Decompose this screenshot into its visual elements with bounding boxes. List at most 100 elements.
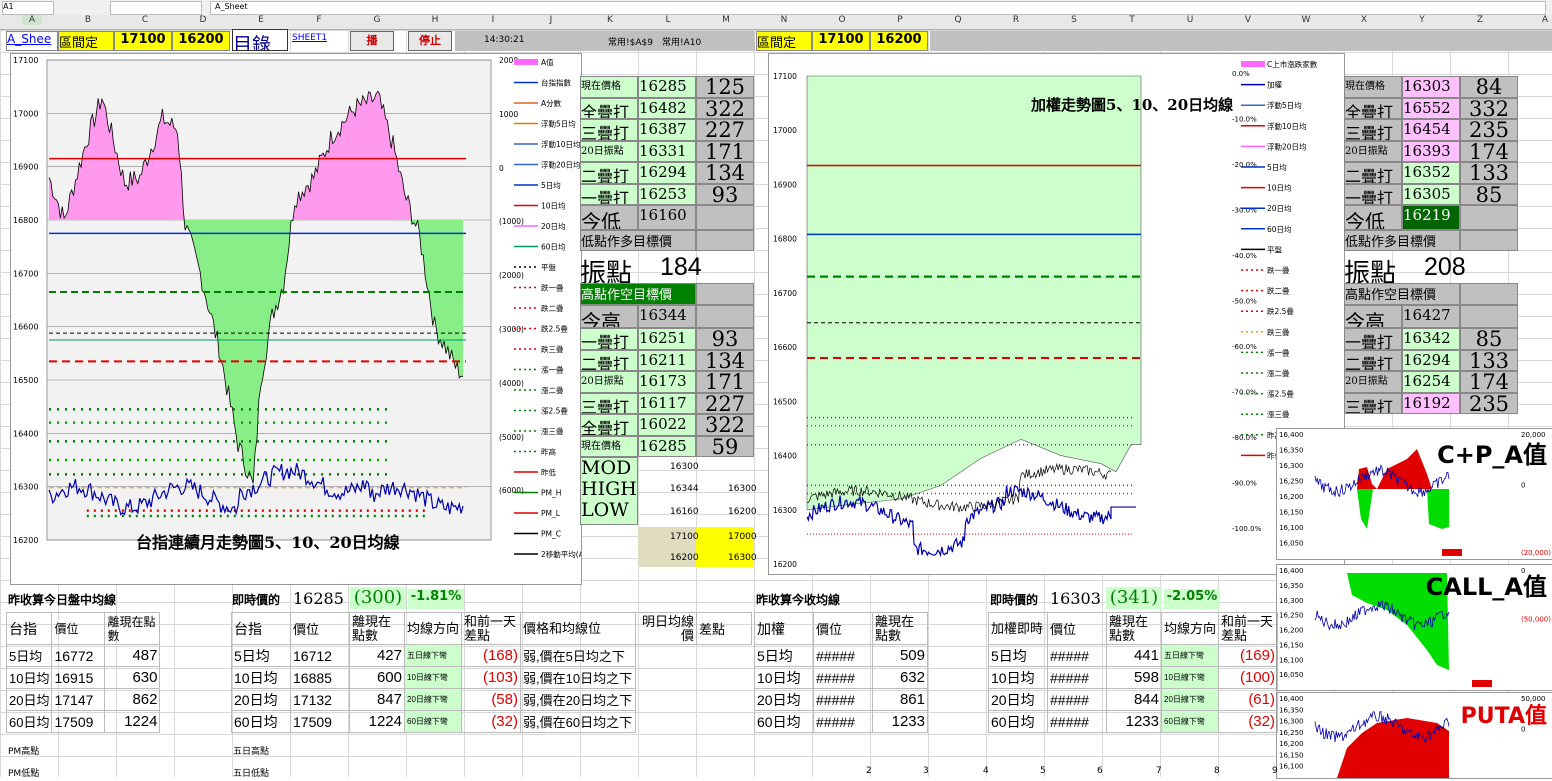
column-letter[interactable]: K [600,15,620,25]
column-letter[interactable]: Q [948,15,968,25]
high-value: 16427 [1402,304,1460,328]
y-tick-label: 16700 [13,269,38,278]
row-diff: 235 [1460,392,1518,414]
table-cell: 5日均 [754,644,814,667]
high-target: 高點作空目標價 [580,283,696,305]
column-letter[interactable]: G [367,15,387,25]
table-row: 5日均 16772 487 [5,644,161,667]
column-letter[interactable]: F [309,15,329,25]
column-letter[interactable]: M [716,15,736,25]
row-diff: 174 [1460,140,1518,162]
column-letter[interactable]: N [774,15,794,25]
row-label: 三疊打 [580,119,638,141]
table-cell: 20日均 [988,688,1048,711]
cp-negative-area [1357,489,1449,529]
header-cell: 離現在點數 [349,612,405,645]
sheet-link[interactable]: A_Shee [6,31,58,51]
low-target: 低點作多目標價 [1344,229,1460,251]
play-button[interactable]: 播 [350,31,394,51]
column-letter[interactable]: L [658,15,678,25]
mini-chart: 16,400 16,350 16,300 16,250 16,200 16,150 16,1… [1276,428,1552,560]
column-letter[interactable]: Z [1470,15,1490,25]
table-cell: 427 [349,644,405,667]
column-letter[interactable]: H [425,15,445,25]
column-letter[interactable]: A [1535,15,1552,25]
bottom-right2-table: 加權即時 價位 離現在點數 均線方向 和前一天差點 5日均 ##### 441 五日線… [988,612,1278,733]
legend-label: 5日均 [1267,162,1287,172]
mini-right-tick: 20,000 [1521,431,1546,439]
header-cell: 價格和均線位 [520,612,636,645]
row-diff: 134 [696,162,754,184]
index-link[interactable]: 目錄 [232,29,288,51]
table-cell: 10日均 [231,666,291,689]
header-cell: 明日均線價 [635,612,697,645]
row-label: 現在價格 [1344,76,1402,98]
column-letter[interactable]: I [483,15,503,25]
cp-positive-area [1357,449,1432,489]
pct-tick-label: -50.0% [1232,298,1257,306]
high-target-blank [696,283,754,305]
table-row: 20日均 17132 847 20日線下彎 (58) 弱,價在20日均之下 [231,688,752,711]
mini-y-tick: 16,400 [1279,431,1304,439]
row-label: 20日振點 [580,140,638,162]
header-cell: 加權即時 [988,612,1048,645]
y-tick-label: 16500 [13,376,38,385]
column-letter[interactable]: X [1354,15,1374,25]
column-letter[interactable]: W [1296,15,1316,25]
column-letter[interactable]: D [193,15,213,25]
high-value: 16344 [638,304,696,328]
stop-button[interactable]: 停止 [408,31,452,51]
right-tick-label: (3000) [499,325,524,334]
column-letter[interactable]: T [1122,15,1142,25]
column-letter[interactable]: A [22,15,42,25]
column-letter[interactable]: V [1238,15,1258,25]
legend-label: 2移動平均(A值) [541,549,581,559]
table-cell: 17147 [51,688,106,711]
table-cell: (32) [461,710,521,733]
mini-right-tick: 50,000 [1521,695,1546,703]
table-cell: 弱,價在20日均之下 [520,688,636,711]
call-bar [1472,680,1492,687]
row-diff: 85 [1460,183,1518,205]
mini-y-tick: 16,100 [1279,524,1304,532]
mini-y-tick: 16,250 [1279,612,1304,620]
row-label: 二疊打 [580,349,638,371]
header-cell: 和前一天差點 [1218,612,1278,645]
formula-bar: A1 A_Sheet [0,0,1552,16]
column-letter[interactable]: E [251,15,271,25]
header-cell: 價位 [51,612,106,645]
column-header-row: ABCDEFGHIJKLMNOPQRSTUVWXYZA [0,15,1552,30]
legend-label: 加權 [1267,80,1283,90]
legend-label: 跌二疊 [541,303,564,313]
row-label: 一疊打 [1344,183,1402,205]
column-letter[interactable]: J [541,15,561,25]
name-box[interactable]: A1 [2,1,54,15]
row-diff: 171 [696,371,754,393]
high-blank [696,304,754,328]
column-letter[interactable]: Y [1412,15,1432,25]
column-letter[interactable]: P [890,15,910,25]
bottom-right-table: 加權 價位 離現在點數 5日均 ##### 509 10日均 ##### 632 20日均 #… [754,612,928,733]
table-cell: 10日均 [5,666,53,689]
column-letter[interactable]: S [1064,15,1084,25]
column-letter[interactable]: R [1006,15,1026,25]
cp-bar [1442,549,1462,556]
column-letter[interactable]: O [832,15,852,25]
table-cell: 5日均 [231,644,291,667]
row-value: 16552 [1402,97,1460,119]
table-cell: 60日線下彎 [1161,710,1219,733]
formula-input[interactable]: A_Sheet [210,1,1546,15]
legend-label: 5日均 [541,180,561,190]
row-diff: 84 [1460,76,1518,98]
five-day-high-label: 五日高點 [233,747,270,757]
right-tick-label: (1000) [499,217,524,226]
sheet1-link[interactable]: SHEET1 [292,33,327,43]
column-letter[interactable]: B [78,15,98,25]
right-chart-svg: 17100 17000 16900 16800 16700 16600 16500 16400… [773,59,1318,569]
column-letter[interactable]: C [135,15,155,25]
column-letter[interactable]: U [1180,15,1200,25]
mini-y-tick: 16,050 [1279,671,1304,679]
table-cell: 17132 [290,688,350,711]
function-box[interactable] [110,1,202,15]
table-row: 5日均 ##### 509 [754,644,928,667]
